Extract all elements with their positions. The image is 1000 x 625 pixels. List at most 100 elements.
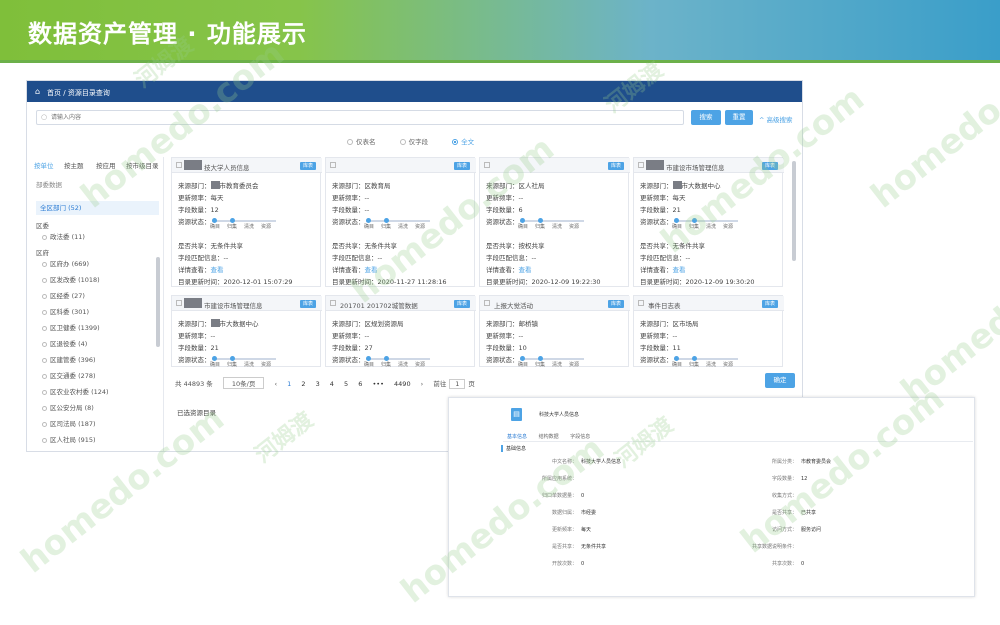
sidebar-scrollbar[interactable] [156, 257, 160, 347]
card-detail-row: 详情查看：查看 [332, 266, 378, 274]
card-checkbox[interactable] [484, 162, 490, 168]
page-ellipsis[interactable]: ••• [372, 380, 384, 388]
sidebar-item-all-departments[interactable]: 全区部门 (52) [36, 201, 159, 215]
detail-field-value: 0 [801, 561, 805, 567]
card-header: 上报大觉活动 库表 [480, 296, 630, 311]
detail-title: 科技大学人员信息 [539, 412, 580, 418]
detail-field-label: 是否共享： [551, 544, 577, 550]
page-number[interactable]: 1 [287, 380, 291, 388]
sidebar-item[interactable]: 区司法局 (187) [36, 418, 160, 434]
redaction-mask [210, 181, 220, 189]
detail-field-label: 字段数量： [771, 476, 797, 482]
tab-basic-info[interactable]: 基本信息 [507, 434, 527, 440]
sidebar-item[interactable]: 区发改委 (1018) [36, 274, 160, 290]
resource-card[interactable]: 上报大觉活动 库表 来源部门：邮桥镇 更新频率：-- 字段数量：10 资源状态： 确目 归集清… [479, 295, 630, 368]
detail-field-label: 访问方式： [771, 527, 797, 533]
view-detail-link[interactable]: 查看 [211, 266, 224, 274]
department-list: 区委 政法委 (11) 区府 区府办 (669) 区发改委 (1018) 区经委 (27)… [36, 220, 160, 450]
resource-card[interactable]: 技大学人员信息 库表 来源部门： 市教育委员会 更新频率：每天 字段数量：12 资源状态：确… [171, 157, 322, 287]
card-title: 技大学人员信息 [204, 164, 250, 172]
tab-by-topic[interactable]: 按主题 [64, 160, 84, 170]
sidebar-item[interactable]: 区农业农村委 (124) [36, 386, 160, 402]
tab-by-app[interactable]: 按应用 [96, 160, 116, 170]
card-checkbox[interactable] [176, 300, 182, 306]
search-button[interactable]: 搜索 [691, 110, 721, 125]
sidebar-item[interactable]: 区建管委 (396) [36, 354, 160, 370]
tab-fields[interactable]: 字段信息 [570, 434, 590, 440]
resource-card[interactable]: 库表 来源部门：区教育局 更新频率：-- 字段数量：-- 资源状态： 确目 归集 清洗 资源 是否… [325, 157, 476, 287]
tab-by-city-catalog[interactable]: 按市级目录 [126, 160, 159, 170]
resource-card[interactable]: 市建设市场管理信息 库表 来源部门： 市大数据中心 更新频率：每天 字段数量：21 资源状态… [633, 157, 784, 287]
card-fields-row: 字段数量：12 [178, 206, 219, 214]
tab-structure[interactable]: 结构数据 [539, 434, 559, 440]
search-bar[interactable]: ○ [36, 110, 684, 125]
card-checkbox[interactable] [330, 162, 336, 168]
sidebar-item-label: 区公安分局 (8) [50, 404, 94, 412]
sidebar-item[interactable]: 区经委 (27) [36, 290, 160, 306]
page-size-select[interactable]: 10条/页 [222, 377, 265, 389]
resource-card[interactable]: 库表 来源部门：区人社局 更新频率：-- 字段数量：6 资源状态： 确目 归集 清洗 资源 是否共… [479, 157, 630, 287]
detail-field-label: 中文名称： [551, 459, 577, 465]
card-checkbox[interactable] [638, 300, 644, 306]
sidebar-item-label: 区退役委 (4) [50, 340, 88, 348]
prev-page-icon[interactable]: ‹ [274, 380, 277, 388]
page-number[interactable]: 5 [344, 380, 348, 388]
detail-field: 数据归属： 市经委 [527, 509, 596, 516]
resource-card[interactable]: 市建设市场管理信息 库表 来源部门： 市大数据中心 更新频率：-- 字段数量：21 资源状态… [171, 295, 322, 368]
card-type-badge: 库表 [608, 300, 624, 308]
sidebar-group-label[interactable]: 区府 [36, 247, 160, 258]
detail-field: 更新频率： 每天 [527, 526, 591, 533]
breadcrumb-home[interactable]: 首页 [47, 89, 61, 97]
resource-card[interactable]: 201701 201702城管数据 库表 来源部门：区规划资源局 更新频率：-- 字段数… [325, 295, 476, 368]
sidebar-item[interactable]: 区退役委 (4) [36, 338, 160, 354]
home-icon[interactable]: ⌂ [35, 87, 40, 96]
page-number[interactable]: 6 [358, 380, 362, 388]
goto-page-input[interactable]: 1 [449, 379, 466, 389]
radio-icon [399, 139, 406, 145]
card-source-row: 来源部门：区教育局 [332, 182, 391, 190]
card-fields-row: 字段数量：6 [486, 206, 523, 214]
card-status-row: 资源状态： [640, 218, 673, 226]
card-checkbox[interactable] [638, 162, 644, 168]
detail-field-label: 归口单数据量： [541, 493, 577, 499]
card-checkbox[interactable] [330, 300, 336, 306]
breadcrumb-current: / 资源目录查询 [63, 89, 110, 97]
sidebar-item[interactable]: 区公安分局 (8) [36, 402, 160, 418]
radio-icon [42, 342, 47, 347]
sidebar-item[interactable]: 政法委 (11) [36, 231, 160, 247]
page-number[interactable]: 3 [316, 380, 320, 388]
card-checkbox[interactable] [176, 162, 182, 168]
sidebar-item[interactable]: 区卫健委 (1399) [36, 322, 160, 338]
radio-icon [42, 374, 47, 379]
tab-by-unit[interactable]: 按单位 [34, 160, 54, 170]
confirm-button[interactable]: 确定 [765, 373, 795, 388]
resource-card[interactable]: 事件日志表 库表 来源部门：区市场局 更新频率：-- 字段数量：11 资源状态： 确目 归集清… [633, 295, 784, 368]
page-number[interactable]: 4 [330, 380, 334, 388]
page-number[interactable]: 2 [301, 380, 305, 388]
radio-table-name[interactable]: 仅表名 [347, 138, 376, 146]
radio-field-only[interactable]: 仅字段 [399, 138, 428, 146]
sidebar-item[interactable]: 区科委 (301) [36, 306, 160, 322]
next-page-icon[interactable]: › [421, 380, 424, 388]
search-input[interactable] [51, 112, 671, 123]
card-checkbox[interactable] [484, 300, 490, 306]
page-number[interactable]: 4490 [394, 380, 411, 388]
sidebar-item[interactable]: 区府办 (669) [36, 258, 160, 274]
card-fields-row: 字段数量：10 [486, 344, 527, 352]
radio-icon [42, 406, 47, 411]
detail-field: 开放次数： 0 [527, 560, 584, 567]
radio-fulltext[interactable]: 全文 [452, 138, 474, 146]
cards-scrollbar[interactable] [792, 161, 796, 261]
sidebar-item[interactable]: 区人社局 (915) [36, 434, 160, 450]
advanced-search-toggle[interactable]: ^ 高级搜索 [759, 114, 793, 124]
sidebar-item-label: 区发改委 (1018) [50, 276, 100, 284]
view-detail-link[interactable]: 查看 [673, 266, 686, 274]
total-count: 共 44893 条 [175, 380, 213, 388]
sidebar-group-label[interactable]: 区委 [36, 220, 160, 231]
reset-button[interactable]: 重置 [725, 110, 753, 125]
sidebar-item[interactable]: 区交通委 (278) [36, 370, 160, 386]
radio-icon [42, 278, 47, 283]
view-detail-link[interactable]: 查看 [365, 266, 378, 274]
view-detail-link[interactable]: 查看 [519, 266, 532, 274]
card-header: 201701 201702城管数据 库表 [326, 296, 476, 311]
